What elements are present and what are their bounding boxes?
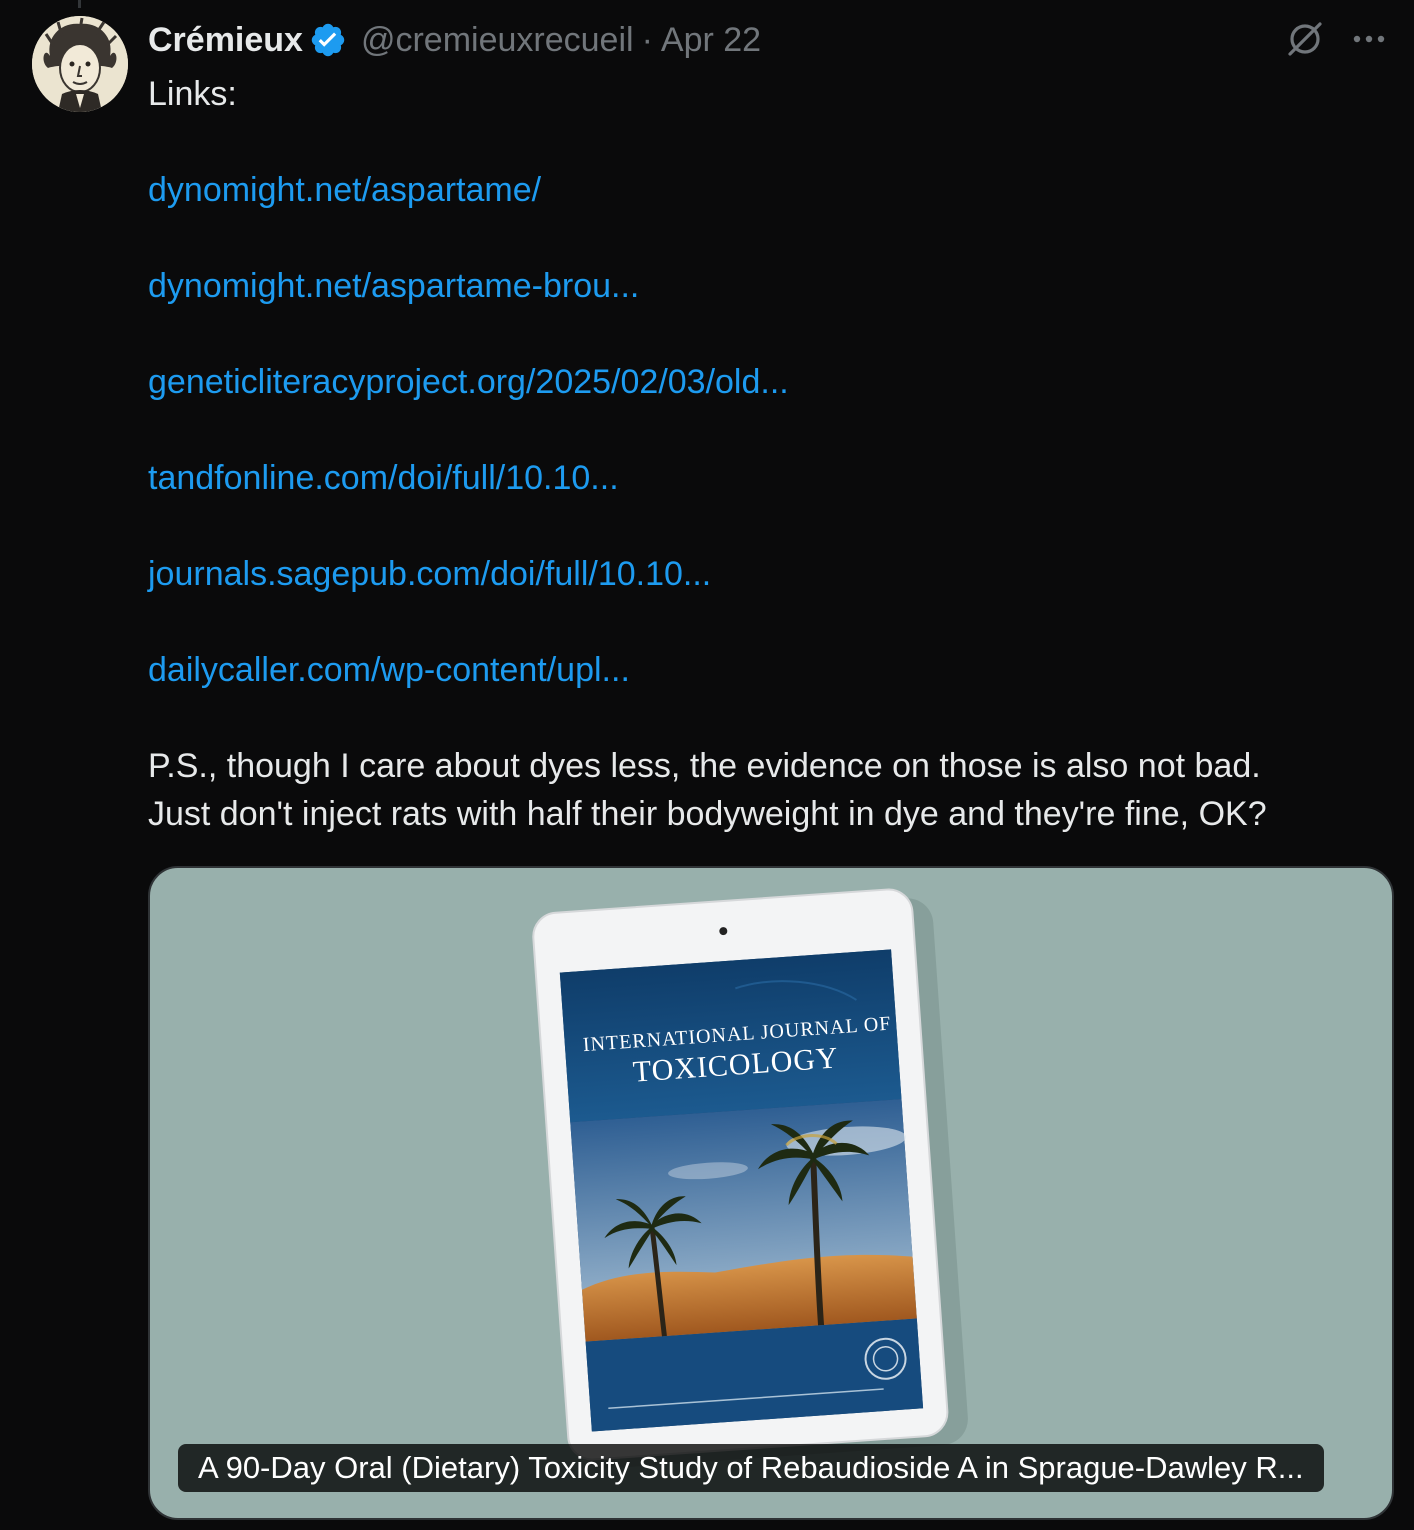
link-preview-title[interactable]: A 90-Day Oral (Dietary) Toxicity Study o… bbox=[178, 1444, 1324, 1492]
ps-text-line-1: P.S., though I care about dyes less, the… bbox=[148, 747, 1261, 785]
link-tandfonline[interactable]: tandfonline.com/doi/full/10.10... bbox=[148, 459, 619, 497]
separator-dot: · bbox=[641, 20, 653, 59]
avatar[interactable] bbox=[32, 16, 128, 112]
link-dailycaller[interactable]: dailycaller.com/wp-content/upl... bbox=[148, 651, 630, 689]
ps-text-line-2: Just don't inject rats with half their b… bbox=[148, 795, 1267, 833]
avatar-illustration bbox=[32, 16, 128, 112]
link-preview-card[interactable]: INTERNATIONAL JOURNAL OF TOXICOLOGY A 90… bbox=[148, 866, 1394, 1520]
links-intro: Links: bbox=[148, 75, 237, 113]
verified-badge-icon[interactable] bbox=[309, 21, 347, 59]
author-handle[interactable]: @cremieuxrecueil bbox=[361, 21, 634, 60]
tweet-header: Crémieux @cremieuxrecueil · Apr 22 bbox=[148, 18, 761, 62]
link-dynomight-aspartame-brou[interactable]: dynomight.net/aspartame-brou... bbox=[148, 267, 639, 305]
more-options-icon[interactable] bbox=[1348, 18, 1390, 60]
link-sagepub[interactable]: journals.sagepub.com/doi/full/10.10... bbox=[148, 555, 711, 593]
tweet-date[interactable]: Apr 22 bbox=[661, 21, 761, 60]
author-name[interactable]: Crémieux bbox=[148, 21, 303, 60]
tweet-text: Links: dynomight.net/aspartame/ dynomigh… bbox=[148, 70, 1388, 838]
tweet-top-actions bbox=[1284, 18, 1390, 60]
grok-icon[interactable] bbox=[1284, 18, 1326, 60]
link-geneticliteracyproject[interactable]: geneticliteracyproject.org/2025/02/03/ol… bbox=[148, 363, 789, 401]
link-dynomight-aspartame[interactable]: dynomight.net/aspartame/ bbox=[148, 171, 541, 209]
thread-connector-line bbox=[78, 0, 81, 8]
journal-cover-image: INTERNATIONAL JOURNAL OF TOXICOLOGY bbox=[532, 888, 968, 1469]
